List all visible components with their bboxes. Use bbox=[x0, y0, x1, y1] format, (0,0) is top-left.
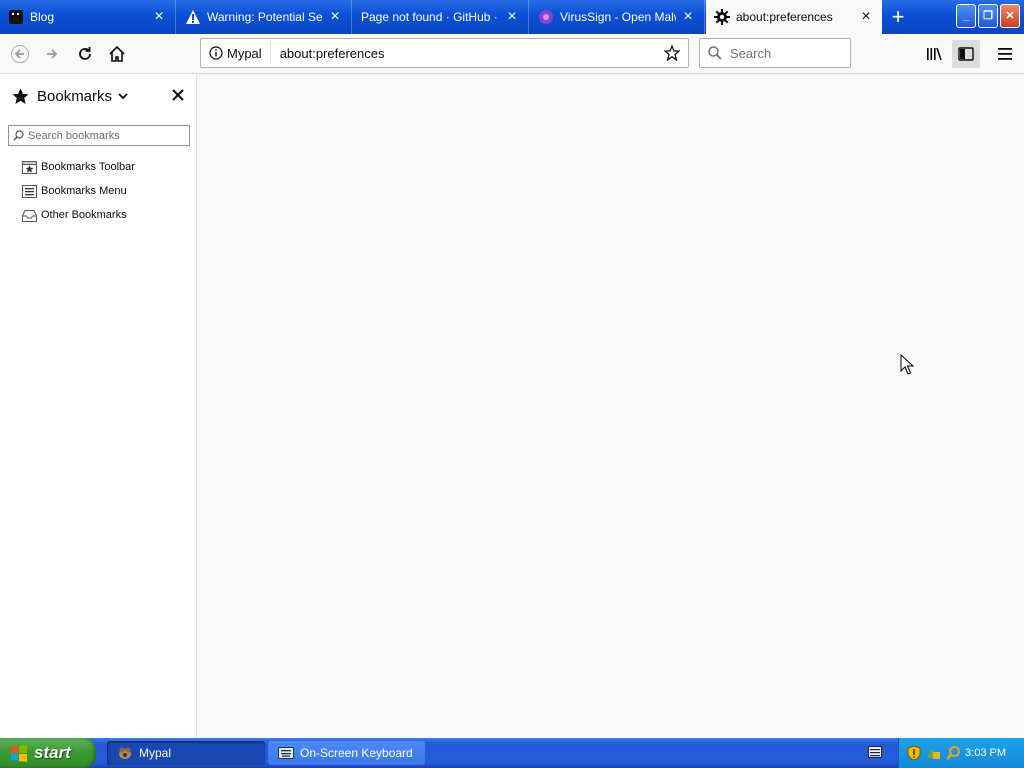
library-button[interactable] bbox=[920, 40, 948, 68]
info-icon bbox=[209, 46, 223, 60]
bookmark-star-icon[interactable] bbox=[662, 43, 682, 63]
close-sidebar-button[interactable] bbox=[170, 87, 186, 103]
bookmarks-sidebar: Bookmarks Bookmarks Toolbar Bookmarks Me… bbox=[0, 74, 197, 738]
tab-warning[interactable]: Warning: Potential Secu × bbox=[177, 0, 352, 34]
back-arrow-icon bbox=[11, 45, 29, 63]
search-bar[interactable] bbox=[699, 38, 851, 68]
tab-title: Warning: Potential Secu bbox=[207, 10, 323, 24]
library-icon bbox=[927, 47, 942, 61]
new-tab-button[interactable]: + bbox=[886, 6, 910, 28]
sidebar-switcher[interactable]: Bookmarks bbox=[12, 88, 128, 105]
taskbar-item-on-screen-keyboard[interactable]: On-Screen Keyboard bbox=[268, 741, 425, 765]
warning-icon bbox=[185, 9, 201, 25]
bookmarks-menu-icon bbox=[22, 184, 37, 198]
forward-arrow-icon bbox=[47, 49, 58, 59]
reload-button[interactable] bbox=[71, 40, 99, 68]
close-tab-icon[interactable]: × bbox=[151, 9, 167, 25]
bookmark-folder-other[interactable]: Other Bookmarks bbox=[22, 206, 127, 224]
system-tray: 3:03 PM bbox=[898, 738, 1024, 768]
page-content bbox=[197, 74, 1024, 738]
taskbar-item-mypal[interactable]: Mypal bbox=[107, 741, 265, 765]
search-icon bbox=[13, 130, 24, 141]
close-window-button[interactable]: ✕ bbox=[1000, 4, 1020, 28]
home-button[interactable] bbox=[103, 40, 131, 68]
taskbar-item-label: Mypal bbox=[139, 746, 172, 760]
input-language-keyboard-icon[interactable] bbox=[868, 746, 882, 758]
home-icon bbox=[109, 45, 125, 62]
sidebar-toggle-button[interactable] bbox=[952, 40, 980, 68]
windows-logo-icon bbox=[11, 745, 27, 762]
navigation-toolbar: Mypal about:preferences bbox=[0, 34, 1024, 74]
tab-virussign[interactable]: VirusSign - Open Malwa × bbox=[530, 0, 705, 34]
close-tab-icon[interactable]: × bbox=[858, 9, 874, 25]
identity-label: Mypal bbox=[227, 45, 262, 61]
restore-window-button[interactable]: ❐ bbox=[978, 4, 998, 28]
keyboard-icon bbox=[278, 747, 294, 759]
tab-title: about:preferences bbox=[736, 10, 833, 24]
search-icon bbox=[708, 46, 722, 60]
tab-strip: Blog × Warning: Potential Secu × Page no… bbox=[0, 0, 1024, 34]
tab-title: Page not found · GitHub · Gi bbox=[361, 10, 500, 24]
bookmark-folder-menu[interactable]: Bookmarks Menu bbox=[22, 182, 127, 200]
mypal-icon bbox=[119, 747, 131, 759]
star-icon bbox=[12, 88, 29, 104]
close-tab-icon[interactable]: × bbox=[327, 9, 343, 25]
sidebar-title: Bookmarks bbox=[37, 87, 113, 105]
start-label: start bbox=[34, 743, 71, 762]
gear-icon bbox=[714, 9, 730, 25]
virussign-favicon-icon bbox=[538, 9, 554, 25]
minimize-window-button[interactable]: _ bbox=[956, 4, 976, 28]
reload-icon bbox=[79, 47, 91, 60]
bookmark-folder-toolbar[interactable]: Bookmarks Toolbar bbox=[22, 158, 135, 176]
site-identity-button[interactable]: Mypal bbox=[201, 42, 271, 64]
main-menu-button[interactable] bbox=[991, 40, 1019, 68]
back-button[interactable] bbox=[6, 40, 34, 68]
forward-button[interactable] bbox=[38, 40, 66, 68]
bookmark-folder-label: Other Bookmarks bbox=[41, 209, 127, 221]
sidebar-icon bbox=[958, 47, 974, 61]
bookmark-folder-label: Bookmarks Toolbar bbox=[41, 161, 135, 173]
close-tab-icon[interactable]: × bbox=[680, 9, 696, 25]
bookmarks-search-input[interactable] bbox=[28, 129, 178, 142]
url-bar[interactable]: Mypal about:preferences bbox=[200, 38, 689, 68]
sidebar-header: Bookmarks bbox=[0, 74, 197, 118]
bookmarks-toolbar-icon bbox=[22, 160, 37, 174]
network-icon[interactable] bbox=[925, 745, 941, 761]
mouse-cursor-icon bbox=[900, 354, 914, 375]
clock: 3:03 PM bbox=[965, 747, 1006, 759]
tab-title: Blog bbox=[30, 10, 55, 24]
bookmarks-search-field[interactable] bbox=[8, 125, 190, 146]
security-shield-icon[interactable] bbox=[907, 745, 921, 761]
chevron-down-icon bbox=[118, 93, 128, 100]
close-tab-icon[interactable]: × bbox=[504, 9, 520, 25]
bookmark-folder-label: Bookmarks Menu bbox=[41, 185, 127, 197]
tab-title: VirusSign - Open Malwa bbox=[560, 10, 676, 24]
tab-github[interactable]: Page not found · GitHub · Gi × bbox=[353, 0, 529, 34]
tab-blog[interactable]: Blog × bbox=[0, 0, 176, 34]
taskbar-item-label: On-Screen Keyboard bbox=[300, 746, 413, 760]
search-input[interactable] bbox=[728, 44, 842, 62]
blog-favicon-icon bbox=[8, 9, 24, 25]
start-button[interactable]: start bbox=[0, 738, 96, 768]
other-bookmarks-icon bbox=[22, 209, 37, 222]
hamburger-menu-icon bbox=[998, 48, 1012, 60]
windows-taskbar: start Mypal On-Screen Keyboard 3:03 PM bbox=[0, 738, 1024, 768]
tab-preferences[interactable]: about:preferences × bbox=[706, 0, 882, 34]
url-text[interactable]: about:preferences bbox=[280, 46, 662, 61]
magnifier-icon[interactable] bbox=[945, 745, 961, 761]
close-icon bbox=[172, 89, 184, 101]
